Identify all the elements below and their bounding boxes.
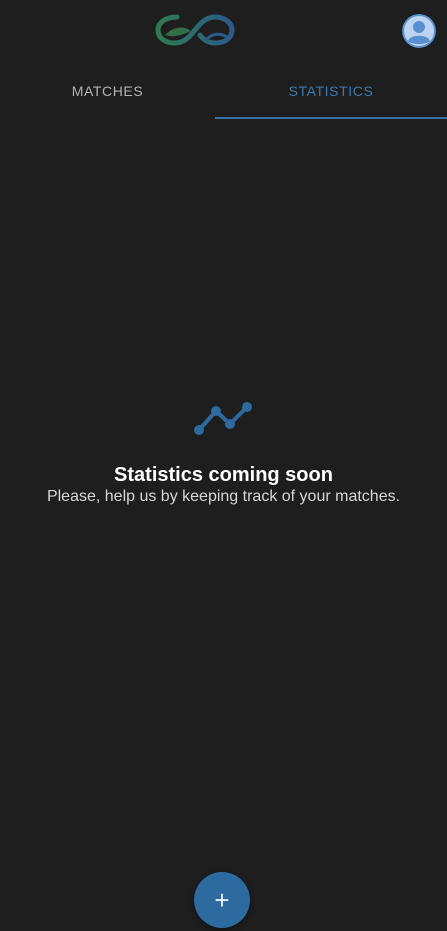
tab-bar: MATCHES STATISTICS: [0, 62, 447, 120]
tab-matches-label: MATCHES: [71, 83, 144, 99]
tab-statistics[interactable]: STATISTICS: [215, 62, 447, 120]
app-window: MATCHES STATISTICS Statistics coming soo…: [0, 0, 447, 931]
infinity-leaf-logo: [155, 14, 235, 46]
add-match-button[interactable]: +: [194, 872, 250, 928]
top-bar: [0, 0, 447, 62]
plus-icon: +: [214, 884, 230, 915]
user-avatar-icon[interactable]: [402, 14, 436, 48]
empty-state-subtitle: Please, help us by keeping track of your…: [46, 488, 401, 505]
empty-state-title: Statistics coming soon: [114, 464, 333, 486]
statistics-empty-state: Statistics coming soon Please, help us b…: [0, 400, 447, 507]
line-chart-icon: [193, 402, 252, 435]
tab-statistics-label: STATISTICS: [288, 83, 374, 99]
tab-matches[interactable]: MATCHES: [0, 62, 215, 120]
active-tab-indicator: [215, 117, 447, 119]
